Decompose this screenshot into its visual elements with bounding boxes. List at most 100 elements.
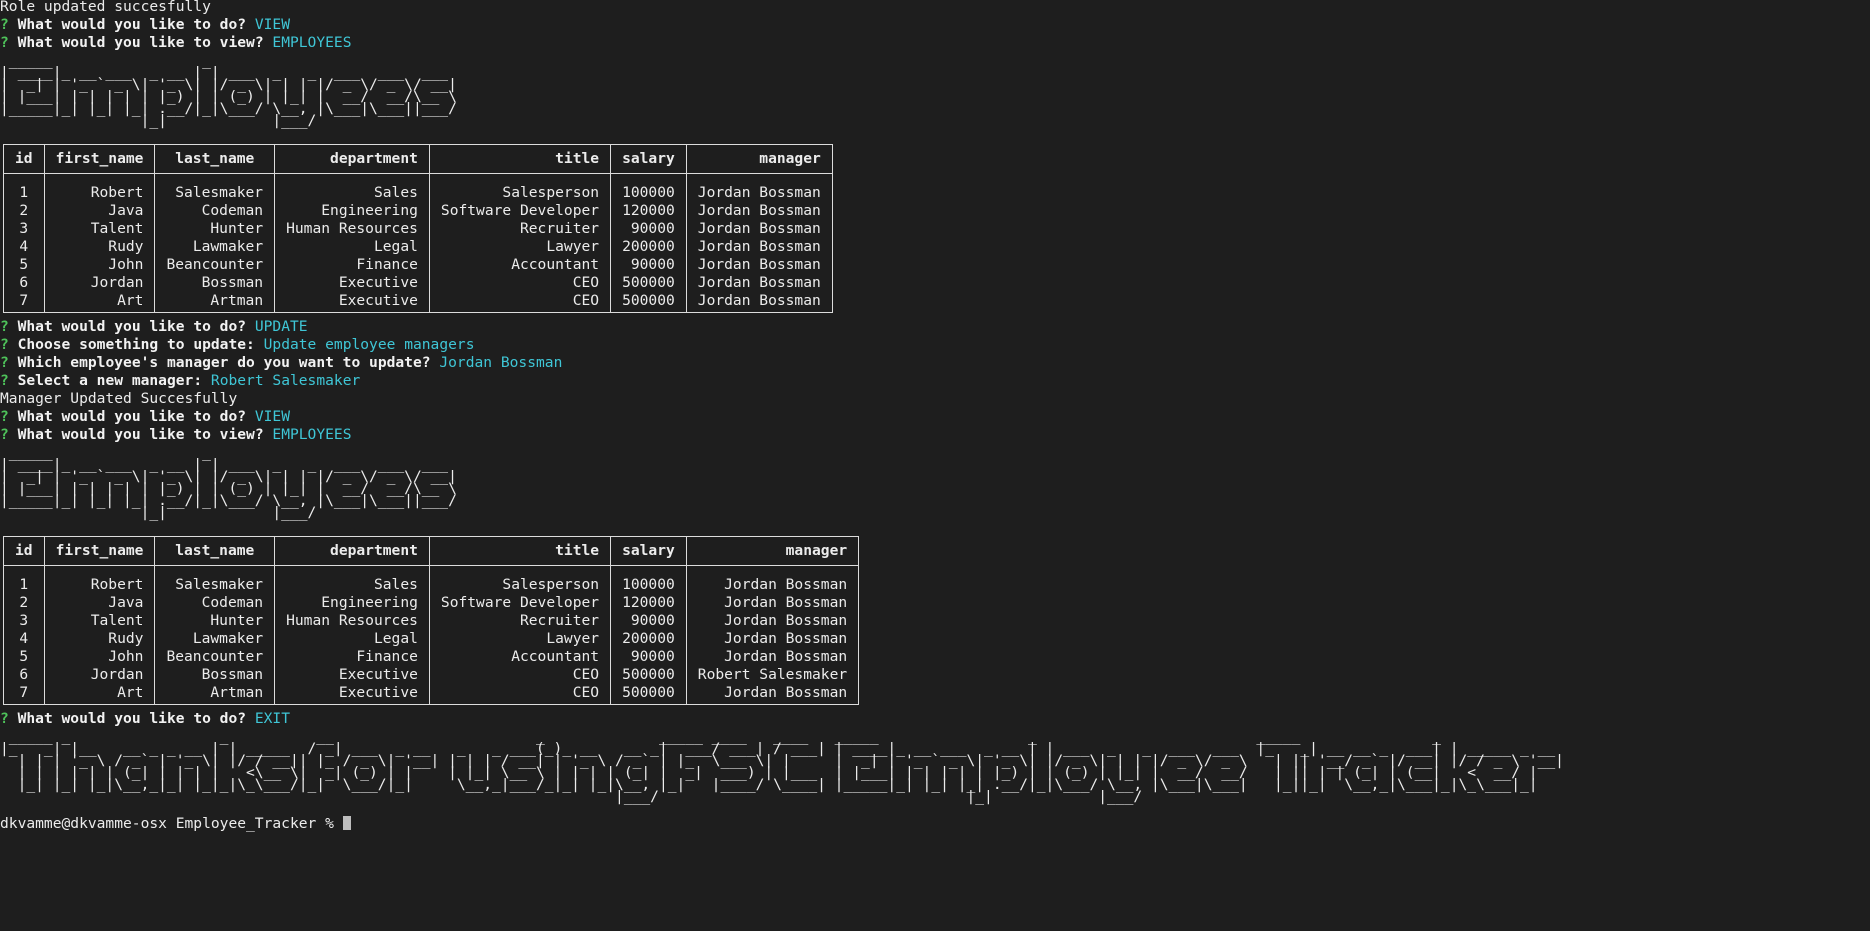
question-mark-icon: ?: [0, 426, 9, 443]
table-cell: Artman: [154, 684, 276, 705]
table-cell: Jordan Bossman: [685, 238, 833, 256]
table-cell: Finance: [274, 648, 430, 666]
table-cell: Salesperson: [428, 576, 612, 594]
shell-prompt-line[interactable]: dkvamme@dkvamme-osx Employee_Tracker %: [0, 815, 1870, 833]
table-cell: CEO: [428, 666, 612, 684]
table-cell: 100000: [610, 576, 687, 594]
table-row: 3 Talent Hunter Human Resources Recruiter 900…: [3, 220, 833, 238]
spacer-cell: [274, 565, 430, 576]
table-row: 3 Talent Hunter Human Resources Recruiter 900…: [3, 612, 860, 630]
table-row: 5 John Beancounter Finance Accountant 90000 Jo…: [3, 648, 860, 666]
table-header-row: id first_name last_name department title…: [3, 536, 860, 566]
table-cell: Software Developer: [428, 594, 612, 612]
table-cell: Codeman: [154, 202, 276, 220]
prompt-text: What would you like to view?: [17, 34, 264, 51]
table-cell: Executive: [274, 684, 430, 705]
table-cell: Java: [43, 594, 156, 612]
spacer-cell: [428, 173, 612, 184]
column-header: department: [274, 536, 430, 566]
table-cell: 100000: [610, 184, 687, 202]
question-mark-icon: ?: [0, 34, 9, 51]
table-cell: 120000: [610, 594, 687, 612]
column-header: last_name: [154, 536, 276, 566]
table-cell: Accountant: [428, 256, 612, 274]
prompt-line: ? Choose something to update: Update emp…: [0, 336, 1870, 354]
table-cell: 120000: [610, 202, 687, 220]
status-message: Role updated succesfully: [0, 0, 211, 15]
table-cell: Codeman: [154, 594, 276, 612]
table-cell: 5: [3, 648, 45, 666]
table-cell: Recruiter: [428, 220, 612, 238]
table-cell: Salesmaker: [154, 184, 276, 202]
spacer-cell: [3, 173, 45, 184]
table-cell: Jordan Bossman: [685, 274, 833, 292]
column-header: first_name: [43, 536, 156, 566]
table-cell: 6: [3, 274, 45, 292]
table-cell: Hunter: [154, 220, 276, 238]
spacer-cell: [610, 565, 687, 576]
table-row: 6 Jordan Bossman Executive CEO 500000 Robert S…: [3, 666, 860, 684]
column-header: department: [274, 144, 430, 174]
table-cell: Jordan Bossman: [685, 184, 833, 202]
column-header: first_name: [43, 144, 156, 174]
question-mark-icon: ?: [0, 408, 9, 425]
table-cell: Beancounter: [154, 256, 276, 274]
table-row: 1 Robert Salesmaker Sales Salesperson 100000 J…: [3, 184, 833, 202]
column-header: id: [3, 536, 45, 566]
employees-ascii-banner: _____ _ | ____|_ __ ___ _ __ | | ___ _ _…: [0, 444, 457, 521]
table-cell: Beancounter: [154, 648, 276, 666]
question-mark-icon: ?: [0, 372, 9, 389]
terminal-output[interactable]: Role updated succesfully ? What would yo…: [0, 0, 1870, 833]
table-cell: 7: [3, 292, 45, 313]
spacer-cell: [685, 173, 833, 184]
prompt-text: Select a new manager:: [17, 372, 203, 389]
table-cell: Sales: [274, 576, 430, 594]
table-cell: Jordan: [43, 274, 156, 292]
spacer-cell: [610, 173, 687, 184]
prompt-text: Choose something to update:: [17, 336, 255, 353]
prompt-line: ? What would you like to do? VIEW: [0, 408, 1870, 426]
prompt-line: ? What would you like to do? UPDATE: [0, 318, 1870, 336]
table-cell: Jordan Bossman: [685, 684, 860, 705]
spacer-cell: [685, 565, 860, 576]
column-header: last_name: [154, 144, 276, 174]
table-cell: Jordan Bossman: [685, 220, 833, 238]
table-cell: Jordan Bossman: [685, 202, 833, 220]
table-cell: Talent: [43, 220, 156, 238]
question-mark-icon: ?: [0, 336, 9, 353]
table-cell: 3: [3, 612, 45, 630]
table-cell: Robert Salesmaker: [685, 666, 860, 684]
table-cell: Hunter: [154, 612, 276, 630]
prompt-answer: EMPLOYEES: [272, 426, 352, 443]
table-cell: Legal: [274, 238, 430, 256]
table-spacer-row: [3, 173, 833, 184]
prompt-answer: VIEW: [254, 408, 290, 425]
column-header: title: [428, 536, 612, 566]
table-cell: Art: [43, 684, 156, 705]
question-mark-icon: ?: [0, 16, 9, 33]
table-cell: Art: [43, 292, 156, 313]
table-row: 4 Rudy Lawmaker Legal Lawyer 200000 Jordan Bos…: [3, 630, 860, 648]
prompt-line: ? What would you like to view? EMPLOYEES: [0, 34, 1870, 52]
table-cell: Jordan Bossman: [685, 256, 833, 274]
thanks-ascii-banner: _____ _ _ __ _ _____ ____ ____ _____ _ _…: [0, 728, 1564, 805]
spacer-cell: [154, 565, 276, 576]
table-cell: Salesperson: [428, 184, 612, 202]
column-header: title: [428, 144, 612, 174]
employees-ascii-banner: _____ _ | ____|_ __ ___ _ __ | | ___ _ _…: [0, 52, 457, 129]
table-cell: 7: [3, 684, 45, 705]
table-cell: Jordan: [43, 666, 156, 684]
table-cell: Robert: [43, 576, 156, 594]
table-row: 4 Rudy Lawmaker Legal Lawyer 200000 Jordan Bos…: [3, 238, 833, 256]
column-header: manager: [685, 536, 860, 566]
question-mark-icon: ?: [0, 354, 9, 371]
prompt-line: ? What would you like to view? EMPLOYEES: [0, 426, 1870, 444]
table-row: 7 Art Artman Executive CEO 500000 Jordan Bossm…: [3, 684, 860, 705]
table-cell: Human Resources: [274, 220, 430, 238]
table-cell: 2: [3, 202, 45, 220]
cursor-icon: [342, 816, 351, 830]
column-header: salary: [610, 536, 687, 566]
prompt-answer: EMPLOYEES: [272, 34, 352, 51]
table-cell: 3: [3, 220, 45, 238]
table-cell: Engineering: [274, 202, 430, 220]
